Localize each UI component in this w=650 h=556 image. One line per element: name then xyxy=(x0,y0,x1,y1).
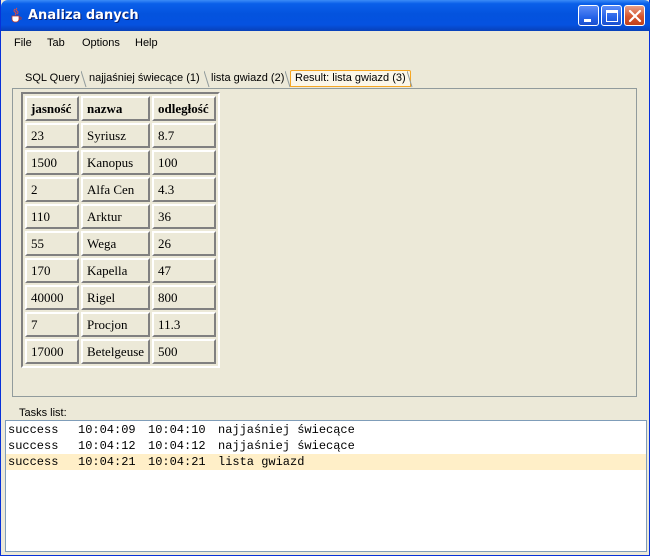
table-cell[interactable]: 500 xyxy=(152,339,217,364)
title-bar[interactable]: Analiza danych xyxy=(1,0,650,31)
table-row[interactable]: 170 Kapella 47 xyxy=(25,258,217,283)
tab-result-lista-gwiazd[interactable]: Result: lista gwiazd (3) xyxy=(290,70,411,88)
table-cell[interactable]: 26 xyxy=(152,231,217,256)
task-start-time: 10:04:09 xyxy=(78,423,136,437)
table-cell[interactable]: Procjon xyxy=(81,312,151,337)
results-table: jasność nazwa odległość 23 Syriusz 8.7 150… xyxy=(21,92,221,368)
column-header-odleglosc[interactable]: odległość xyxy=(152,96,217,121)
menu-help[interactable]: Help xyxy=(135,37,158,49)
table-cell[interactable]: Alfa Cen xyxy=(81,177,151,202)
minimize-icon xyxy=(584,19,591,22)
task-status: success xyxy=(8,455,59,469)
task-end-time: 10:04:10 xyxy=(148,423,206,437)
tab-sql-query[interactable]: SQL Query xyxy=(21,70,84,88)
menu-tab[interactable]: Tab xyxy=(47,37,65,49)
table-header-row: jasność nazwa odległość xyxy=(25,96,217,121)
tasks-list-label: Tasks list: xyxy=(19,407,67,419)
table-cell[interactable]: 7 xyxy=(25,312,79,337)
table-cell[interactable]: 100 xyxy=(152,150,217,175)
task-status: success xyxy=(8,439,59,453)
minimize-button[interactable] xyxy=(578,5,599,26)
app-window: Analiza danych File Tab Options Help SQL… xyxy=(0,0,650,556)
column-header-nazwa[interactable]: nazwa xyxy=(81,96,151,121)
table-cell[interactable]: Arktur xyxy=(81,204,151,229)
task-name: najjaśniej świecące xyxy=(218,423,355,437)
table-row[interactable]: 55 Wega 26 xyxy=(25,231,217,256)
menu-file[interactable]: File xyxy=(14,37,32,49)
table-cell[interactable]: 8.7 xyxy=(152,123,217,148)
column-header-jasnosc[interactable]: jasność xyxy=(25,96,79,121)
close-button[interactable] xyxy=(624,5,645,26)
tasks-list[interactable]: success 10:04:09 10:04:10 najjaśniej świ… xyxy=(5,420,647,552)
task-end-time: 10:04:21 xyxy=(148,455,206,469)
task-name: najjaśniej świecące xyxy=(218,439,355,453)
task-start-time: 10:04:12 xyxy=(78,439,136,453)
table-cell[interactable]: Syriusz xyxy=(81,123,151,148)
table-cell[interactable]: 47 xyxy=(152,258,217,283)
task-row[interactable]: success 10:04:09 10:04:10 najjaśniej świ… xyxy=(6,422,646,438)
table-cell[interactable]: 55 xyxy=(25,231,79,256)
menu-bar: File Tab Options Help xyxy=(2,31,649,55)
table-row[interactable]: 1500 Kanopus 100 xyxy=(25,150,217,175)
table-cell[interactable]: Kanopus xyxy=(81,150,151,175)
maximize-icon xyxy=(606,10,618,22)
table-row[interactable]: 2 Alfa Cen 4.3 xyxy=(25,177,217,202)
table-cell[interactable]: 17000 xyxy=(25,339,79,364)
table-cell[interactable]: 800 xyxy=(152,285,217,310)
table-row[interactable]: 17000 Betelgeuse 500 xyxy=(25,339,217,364)
table-cell[interactable]: 110 xyxy=(25,204,79,229)
tab-separator xyxy=(407,70,413,88)
task-end-time: 10:04:12 xyxy=(148,439,206,453)
task-row[interactable]: success 10:04:12 10:04:12 najjaśniej świ… xyxy=(6,438,646,454)
maximize-button[interactable] xyxy=(601,5,622,26)
table-cell[interactable]: 11.3 xyxy=(152,312,217,337)
table-row[interactable]: 40000 Rigel 800 xyxy=(25,285,217,310)
table-cell[interactable]: 170 xyxy=(25,258,79,283)
close-icon xyxy=(628,9,642,23)
table-cell[interactable]: 4.3 xyxy=(152,177,217,202)
table-cell[interactable]: 2 xyxy=(25,177,79,202)
window-title: Analiza danych xyxy=(28,8,139,23)
task-row-selected[interactable]: success 10:04:21 10:04:21 lista gwiazd xyxy=(6,454,646,470)
table-cell[interactable]: 23 xyxy=(25,123,79,148)
table-row[interactable]: 23 Syriusz 8.7 xyxy=(25,123,217,148)
task-status: success xyxy=(8,423,59,437)
table-row[interactable]: 7 Procjon 11.3 xyxy=(25,312,217,337)
tab-lista-gwiazd[interactable]: lista gwiazd (2) xyxy=(207,70,288,88)
table-cell[interactable]: Wega xyxy=(81,231,151,256)
task-name: lista gwiazd xyxy=(218,455,305,469)
menu-options[interactable]: Options xyxy=(82,37,120,49)
table-cell[interactable]: 40000 xyxy=(25,285,79,310)
table-cell[interactable]: Rigel xyxy=(81,285,151,310)
table-cell[interactable]: 1500 xyxy=(25,150,79,175)
tab-najjasniej-swiecace[interactable]: najjaśniej świecące (1) xyxy=(85,70,204,88)
table-cell[interactable]: Kapella xyxy=(81,258,151,283)
task-start-time: 10:04:21 xyxy=(78,455,136,469)
table-cell[interactable]: 36 xyxy=(152,204,217,229)
table-row[interactable]: 110 Arktur 36 xyxy=(25,204,217,229)
java-cup-icon xyxy=(11,7,22,23)
table-cell[interactable]: Betelgeuse xyxy=(81,339,151,364)
